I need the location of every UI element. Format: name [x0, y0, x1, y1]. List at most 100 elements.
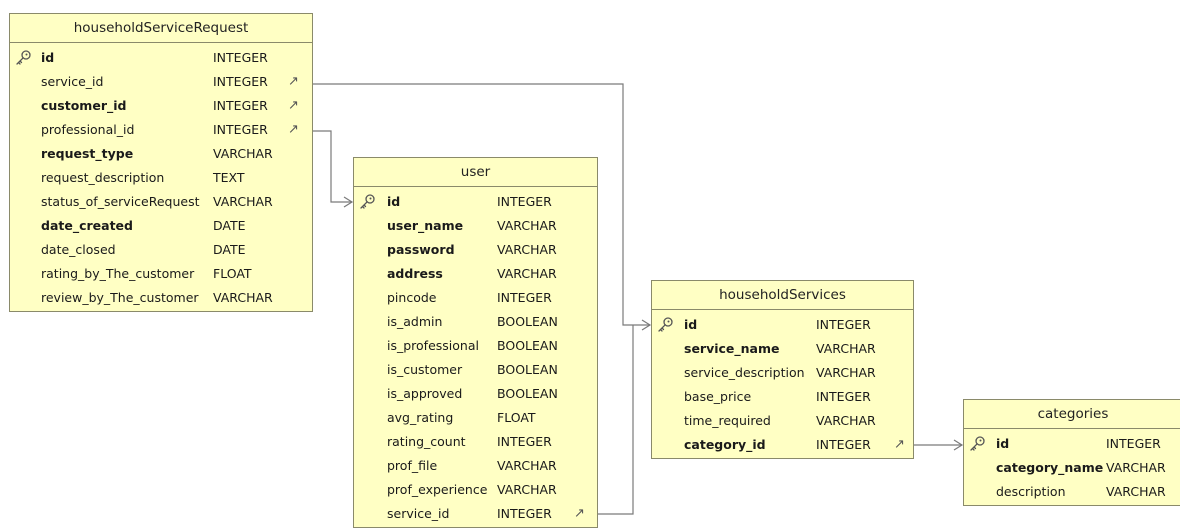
column-type: FLOAT	[213, 266, 252, 281]
column-name: rating_by_The_customer	[41, 266, 195, 281]
column-type: INTEGER	[1106, 436, 1161, 451]
column-type: INTEGER	[213, 50, 268, 65]
key-icon	[14, 49, 32, 67]
key-icon	[968, 435, 986, 453]
column-type: BOOLEAN	[497, 314, 558, 329]
column-row[interactable]: is_approved BOOLEAN	[354, 382, 597, 406]
table-household-service-request[interactable]: householdServiceRequest id INTEGER service_…	[9, 13, 313, 312]
fk-arrow-icon: ↗	[574, 506, 585, 521]
column-row[interactable]: date_closed DATE	[10, 238, 312, 262]
column-row[interactable]: request_type VARCHAR	[10, 142, 312, 166]
column-name: service_name	[684, 341, 780, 356]
column-row[interactable]: time_required VARCHAR	[652, 409, 913, 433]
column-type: BOOLEAN	[497, 338, 558, 353]
column-row[interactable]: prof_file VARCHAR	[354, 454, 597, 478]
column-name: service_id	[41, 74, 104, 89]
column-name: customer_id	[41, 98, 127, 113]
column-type: DATE	[213, 242, 246, 257]
column-row[interactable]: pincode INTEGER	[354, 286, 597, 310]
column-name: prof_file	[387, 458, 438, 473]
column-row[interactable]: is_admin BOOLEAN	[354, 310, 597, 334]
column-name: is_customer	[387, 362, 463, 377]
table-categories[interactable]: categories id INTEGER category_name VARCHAR d…	[963, 399, 1180, 506]
column-name: is_approved	[387, 386, 463, 401]
column-row[interactable]: description VARCHAR	[964, 480, 1180, 504]
column-type: VARCHAR	[816, 365, 876, 380]
column-row[interactable]: user_name VARCHAR	[354, 214, 597, 238]
column-row[interactable]: service_id INTEGER ↗	[354, 502, 597, 526]
column-type: INTEGER	[816, 317, 871, 332]
column-name: service_description	[684, 365, 805, 380]
connector-professional-to-user	[313, 130, 352, 203]
fk-arrow-icon: ↗	[894, 437, 905, 452]
column-name: date_closed	[41, 242, 116, 257]
column-row[interactable]: professional_id INTEGER ↗	[10, 118, 312, 142]
column-name: address	[387, 266, 443, 281]
column-row[interactable]: category_id INTEGER ↗	[652, 433, 913, 457]
table-title: categories	[964, 400, 1180, 429]
table-title: householdServiceRequest	[10, 14, 312, 43]
column-row[interactable]: id INTEGER	[964, 432, 1180, 456]
table-household-services[interactable]: householdServices id INTEGER service_name VA…	[651, 280, 914, 459]
column-type: INTEGER	[497, 506, 552, 521]
column-name: id	[41, 50, 55, 65]
column-row[interactable]: request_description TEXT	[10, 166, 312, 190]
column-name: is_professional	[387, 338, 479, 353]
column-type: VARCHAR	[213, 194, 273, 209]
column-row[interactable]: is_customer BOOLEAN	[354, 358, 597, 382]
column-row[interactable]: address VARCHAR	[354, 262, 597, 286]
column-type: VARCHAR	[1106, 460, 1166, 475]
column-row[interactable]: is_professional BOOLEAN	[354, 334, 597, 358]
column-row[interactable]: base_price INTEGER	[652, 385, 913, 409]
fk-arrow-icon: ↗	[288, 74, 299, 89]
column-row[interactable]: rating_count INTEGER	[354, 430, 597, 454]
column-row[interactable]: service_name VARCHAR	[652, 337, 913, 361]
column-type: VARCHAR	[816, 413, 876, 428]
column-type: VARCHAR	[497, 482, 557, 497]
table-title: user	[354, 158, 597, 187]
column-row[interactable]: prof_experience VARCHAR	[354, 478, 597, 502]
column-type: INTEGER	[497, 194, 552, 209]
column-type: VARCHAR	[497, 266, 557, 281]
column-type: INTEGER	[816, 437, 871, 452]
column-row[interactable]: date_created DATE	[10, 214, 312, 238]
column-row[interactable]: review_by_The_customer VARCHAR	[10, 286, 312, 310]
table-user[interactable]: user id INTEGER user_name VARCHAR password VAR…	[353, 157, 598, 528]
column-row[interactable]: service_id INTEGER ↗	[10, 70, 312, 94]
column-type: VARCHAR	[497, 458, 557, 473]
column-name: review_by_The_customer	[41, 290, 199, 305]
column-name: prof_experience	[387, 482, 488, 497]
column-type: INTEGER	[816, 389, 871, 404]
column-row[interactable]: password VARCHAR	[354, 238, 597, 262]
column-row[interactable]: status_of_serviceRequest VARCHAR	[10, 190, 312, 214]
column-type: FLOAT	[497, 410, 536, 425]
column-type: INTEGER	[213, 98, 268, 113]
column-type: VARCHAR	[816, 341, 876, 356]
column-type: VARCHAR	[497, 218, 557, 233]
column-name: id	[387, 194, 401, 209]
column-row[interactable]: id INTEGER	[652, 313, 913, 337]
column-name: base_price	[684, 389, 752, 404]
column-name: description	[996, 484, 1066, 499]
column-row[interactable]: id INTEGER	[354, 190, 597, 214]
column-row[interactable]: customer_id INTEGER ↗	[10, 94, 312, 118]
column-row[interactable]: rating_by_The_customer FLOAT	[10, 262, 312, 286]
column-row[interactable]: service_description VARCHAR	[652, 361, 913, 385]
column-type: BOOLEAN	[497, 362, 558, 377]
column-name: is_admin	[387, 314, 443, 329]
column-type: INTEGER	[213, 122, 268, 137]
column-name: time_required	[684, 413, 771, 428]
table-title: householdServices	[652, 281, 913, 310]
column-type: VARCHAR	[213, 146, 273, 161]
column-type: INTEGER	[497, 434, 552, 449]
column-row[interactable]: category_name VARCHAR	[964, 456, 1180, 480]
column-name: avg_rating	[387, 410, 454, 425]
fk-arrow-icon: ↗	[288, 122, 299, 137]
column-row[interactable]: id INTEGER	[10, 46, 312, 70]
column-type: INTEGER	[497, 290, 552, 305]
column-row[interactable]: avg_rating FLOAT	[354, 406, 597, 430]
key-icon	[656, 316, 674, 334]
column-name: password	[387, 242, 455, 257]
column-type: VARCHAR	[497, 242, 557, 257]
column-name: request_description	[41, 170, 165, 185]
